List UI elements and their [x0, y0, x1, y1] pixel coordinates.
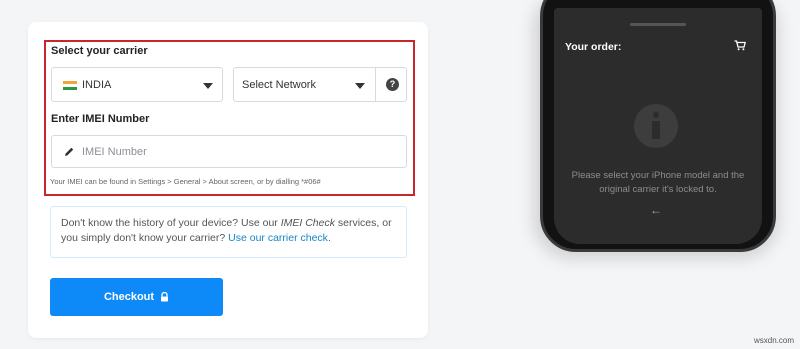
chevron-down-icon — [203, 83, 213, 89]
network-placeholder: Select Network — [242, 79, 316, 91]
imei-input[interactable]: IMEI Number — [51, 135, 407, 168]
carrier-heading: Select your carrier — [51, 45, 148, 57]
cart-icon[interactable] — [734, 40, 746, 51]
chevron-down-icon — [355, 83, 365, 89]
info-text: . — [327, 232, 331, 244]
lock-icon — [161, 292, 169, 302]
help-button[interactable]: ? — [375, 67, 407, 102]
checkout-label: Checkout — [103, 291, 155, 303]
imei-check-link[interactable]: IMEI Check — [281, 217, 335, 229]
watermark: wsxdn.com — [753, 336, 794, 345]
network-select[interactable]: Select Network — [233, 67, 376, 102]
order-title: Your order: — [565, 41, 622, 53]
info-text: Don't know the history of your device? U… — [61, 217, 281, 229]
carrier-check-link[interactable]: Use our carrier check — [228, 232, 328, 244]
imei-heading: Enter IMEI Number — [51, 113, 150, 125]
imei-placeholder: IMEI Number — [82, 146, 147, 158]
country-select[interactable]: INDIA — [51, 67, 223, 102]
checkout-button[interactable]: Checkout — [50, 278, 223, 316]
info-icon — [634, 104, 678, 148]
country-value: INDIA — [82, 79, 112, 91]
pencil-icon — [65, 147, 74, 156]
india-flag-icon — [63, 81, 77, 90]
info-box: Don't know the history of your device? U… — [50, 206, 407, 258]
order-message: Please select your iPhone model and the … — [571, 170, 745, 195]
speaker-bar — [630, 23, 686, 26]
back-arrow-icon[interactable]: ← — [650, 203, 662, 217]
imei-hint: Your IMEI can be found in Settings > Gen… — [50, 177, 321, 186]
help-icon: ? — [386, 78, 399, 91]
